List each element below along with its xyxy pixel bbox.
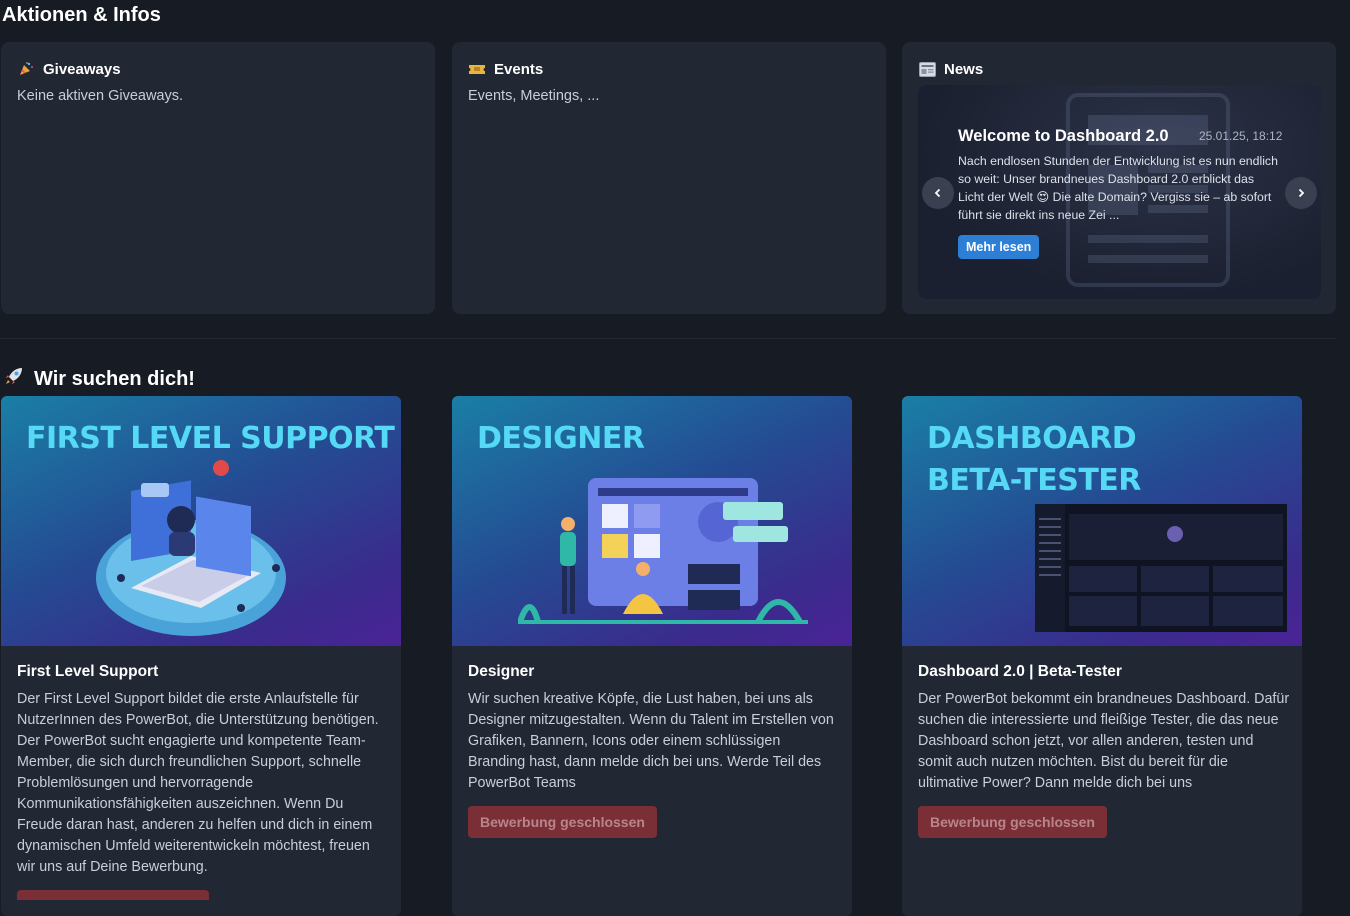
news-card: News Welcome to Dashboard 2.0 25.01.25, … [902, 42, 1336, 314]
banner-title-line-2: BETA-TESTER [927, 463, 1141, 498]
apply-button-partial[interactable] [17, 890, 209, 900]
events-card: Events Events, Meetings, ... [452, 42, 886, 314]
job-card-first-level-support: FIRST LEVEL SUPPORT First Level Support … [1, 396, 401, 916]
chevron-right-icon [1298, 188, 1305, 198]
section-divider [0, 338, 1336, 339]
job-title: Dashboard 2.0 | Beta-Tester [918, 663, 1122, 680]
banner-title: FIRST LEVEL SUPPORT [26, 421, 395, 456]
news-carousel: Welcome to Dashboard 2.0 25.01.25, 18:12… [918, 85, 1321, 299]
section-title-jobs: Wir suchen dich! [4, 366, 195, 392]
events-header: Events [468, 60, 870, 78]
read-more-button[interactable]: Mehr lesen [958, 235, 1040, 259]
party-popper-icon [17, 60, 35, 78]
support-illustration [96, 460, 286, 636]
banner-title: DESIGNER [477, 421, 645, 456]
job-banner-designer: DESIGNER [452, 396, 852, 646]
events-title: Events [494, 60, 544, 78]
news-title: News [944, 60, 984, 78]
job-description: Wir suchen kreative Köpfe, die Lust habe… [468, 691, 834, 791]
news-item-title: Welcome to Dashboard 2.0 [958, 127, 1169, 145]
job-description: Der PowerBot bekommt ein brandneues Dash… [918, 691, 1290, 791]
job-title: Designer [468, 663, 535, 680]
job-banner-first-level-support: FIRST LEVEL SUPPORT [1, 396, 401, 646]
carousel-next-button[interactable] [1285, 177, 1317, 209]
giveaways-card: Giveaways Keine aktiven Giveaways. [1, 42, 435, 314]
section-title-jobs-text: Wir suchen dich! [34, 367, 195, 390]
banner-title-line-1: DASHBOARD [927, 421, 1137, 456]
job-title: First Level Support [17, 663, 159, 680]
ticket-icon [468, 60, 486, 78]
application-closed-button[interactable]: Bewerbung geschlossen [468, 806, 657, 838]
rocket-icon [4, 366, 24, 392]
dashboard-screenshot-illustration [1035, 504, 1287, 632]
news-item-body: Nach endlosen Stunden der Entwicklung is… [958, 152, 1278, 224]
section-title-actions: Aktionen & Infos [2, 4, 161, 27]
job-description: Der First Level Support bildet die erste… [17, 691, 379, 875]
job-card-beta-tester: DASHBOARD BETA-TESTER Dashboard 2.0 | Be… [902, 396, 1302, 916]
job-banner-beta-tester: DASHBOARD BETA-TESTER [902, 396, 1302, 646]
giveaways-title: Giveaways [43, 60, 121, 78]
news-header: News [918, 60, 1320, 78]
news-item-date: 25.01.25, 18:12 [1199, 129, 1283, 143]
section-title-actions-text: Aktionen & Infos [2, 4, 161, 26]
carousel-prev-button[interactable] [922, 177, 954, 209]
events-text: Events, Meetings, ... [468, 88, 600, 104]
giveaways-header: Giveaways [17, 60, 419, 78]
designer-illustration [518, 478, 808, 624]
job-card-designer: DESIGNER Designer Wir suchen kreative Kö… [452, 396, 852, 916]
heart-eyes-emoji-icon: 😍 [1036, 190, 1050, 204]
giveaways-text: Keine aktiven Giveaways. [17, 88, 184, 104]
newspaper-icon [918, 60, 936, 78]
chevron-left-icon [934, 188, 941, 198]
application-closed-button[interactable]: Bewerbung geschlossen [918, 806, 1107, 838]
